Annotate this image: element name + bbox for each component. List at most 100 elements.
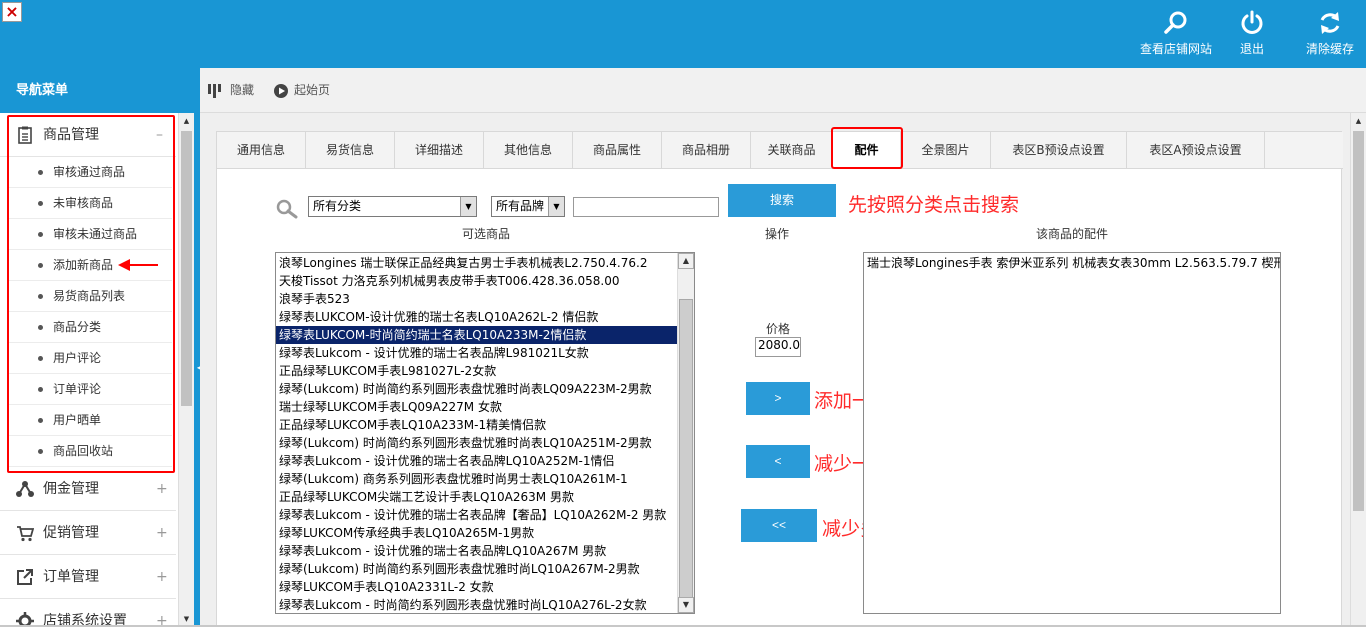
sidebar-group-shop-settings[interactable]: 店铺系统设置 + [0,599,176,627]
sidebar-group-label: 佣金管理 [43,481,99,497]
tab-description[interactable]: 详细描述 [395,132,484,169]
refresh-icon [1320,12,1340,34]
logout-button[interactable]: 退出 [1232,10,1272,57]
logout-label: 退出 [1239,42,1264,56]
top-bar: × 查看店铺网站 退出 清除缓存 [0,0,1366,68]
expand-toggle[interactable]: + [156,599,168,627]
brand-select-value: 所有品牌 [496,199,545,213]
clear-cache-button[interactable]: 清除缓存 [1302,10,1358,57]
price-label: 价格 [766,322,791,336]
list-item[interactable]: 绿琴LUKCOM手表LQ10A2331L-2 女款 [276,578,678,596]
tab-barter[interactable]: 易货信息 [306,132,395,169]
price-input[interactable]: 2080.00 [755,337,801,357]
close-icon[interactable]: × [2,2,22,22]
hide-button[interactable]: 隐藏 [208,68,254,113]
share-icon [16,481,34,497]
sidebar-group-label: 店铺系统设置 [43,613,127,627]
available-products-header: 可选商品 [461,227,510,241]
power-icon [1241,10,1263,34]
search-button[interactable]: 搜索 [728,184,836,217]
expand-toggle[interactable]: + [156,555,168,599]
list-item[interactable]: 绿琴LUKCOM传承经典手表LQ10A265M-1男款 [276,524,678,542]
play-icon [274,83,288,98]
accessories-items: 瑞士浪琴Longines手表 索伊米亚系列 机械表女表30mm L2.563.5… [864,254,1280,272]
list-item[interactable]: 绿琴(Lukcom) 时尚简约系列圆形表盘忧雅时尚表LQ09A223M-2男款 [276,380,678,398]
list-item[interactable]: 正品绿琴LUKCOM手表L981027L-2女款 [276,362,678,380]
clear-cache-label: 清除缓存 [1305,42,1354,56]
sidebar-scrollbar[interactable]: ▲ ▼ [178,113,194,627]
list-item[interactable]: 绿琴表LUKCOM-时尚简约瑞士名表LQ10A233M-2情侣款 [276,326,678,344]
list-item[interactable]: 绿琴表Lukcom - 设计优雅的瑞士名表品牌LQ10A252M-1情侣 [276,452,678,470]
columns-icon [208,83,221,98]
list-item[interactable]: 绿琴表Lukcom - 时尚简约系列圆形表盘忧雅时尚LQ10A276L-2女款 [276,596,678,613]
scroll-thumb[interactable] [181,131,192,406]
hide-label: 隐藏 [230,83,255,97]
tab-zone-a[interactable]: 表区A预设点设置 [1127,132,1265,169]
scroll-up-arrow[interactable]: ▲ [179,113,194,129]
remove-accessory-button[interactable]: < [746,445,810,478]
tab-general[interactable]: 通用信息 [217,132,306,169]
chevron-down-icon: ▼ [548,197,564,216]
expand-toggle[interactable]: + [156,511,168,555]
sidebar-group-orders[interactable]: 订单管理 + [0,555,176,599]
add-accessory-button[interactable]: > [746,382,810,415]
tab-attributes[interactable]: 商品属性 [573,132,662,169]
list-item[interactable]: 正品绿琴LUKCOM尖端工艺设计手表LQ10A263M 男款 [276,488,678,506]
list-item[interactable]: 正品绿琴LUKCOM手表LQ10A233M-1精美情侣款 [276,416,678,434]
list-item[interactable]: 天梭Tissot 力洛克系列机械男表皮带手表T006.428.36.058.00 [276,272,678,290]
main-scrollbar[interactable]: ▲ [1350,113,1366,627]
remove-all-accessories-button[interactable]: << [741,509,817,542]
search-icon [1164,11,1187,34]
sidebar-group-commission[interactable]: 佣金管理 + [0,467,176,511]
search-icon [276,199,298,219]
brand-select[interactable]: 所有品牌 ▼ [491,196,565,217]
list-item[interactable]: 浪琴手表523 [276,290,678,308]
category-select-value: 所有分类 [313,199,362,213]
product-edit-panel: 通用信息 易货信息 详细描述 其他信息 商品属性 商品相册 关联商品 配件 全景… [216,127,1343,627]
list-item[interactable]: 绿琴表Lukcom - 设计优雅的瑞士名表品牌L981021L女款 [276,344,678,362]
app-window: × 查看店铺网站 退出 清除缓存 导航菜单 商品管理 – 审核通过商品 未审核商… [0,0,1366,627]
available-products-list[interactable]: 浪琴Longines 瑞士联保正品经典复古男士手表机械表L2.750.4.76.… [275,252,695,614]
accessories-header: 该商品的配件 [1035,227,1108,241]
accessories-list[interactable]: 瑞士浪琴Longines手表 索伊米亚系列 机械表女表30mm L2.563.5… [863,252,1281,614]
tab-gallery[interactable]: 商品相册 [662,132,751,169]
scroll-up-arrow[interactable]: ▲ [1351,113,1366,129]
list-item[interactable]: 绿琴(Lukcom) 时尚简约系列圆形表盘忧雅时尚LQ10A267M-2男款 [276,560,678,578]
list-item[interactable]: 绿琴表Lukcom - 设计优雅的瑞士名表品牌LQ10A267M 男款 [276,542,678,560]
sidebar-group-label: 订单管理 [43,569,99,585]
sidebar-group-promotion[interactable]: 促销管理 + [0,511,176,555]
list-item[interactable]: 瑞士绿琴LUKCOM手表LQ09A227M 女款 [276,398,678,416]
scroll-up-arrow[interactable]: ▲ [678,253,694,269]
sidebar-group-label: 促销管理 [43,525,99,541]
list-scrollbar[interactable]: ▲ ▼ [677,253,694,613]
category-select[interactable]: 所有分类 ▼ [308,196,477,217]
start-page-label: 起始页 [294,83,331,97]
red-arrow-icon [118,259,158,271]
tab-other[interactable]: 其他信息 [484,132,573,169]
list-item[interactable]: 瑞士浪琴Longines手表 索伊米亚系列 机械表女表30mm L2.563.5… [864,254,1280,272]
external-link-icon [17,569,33,585]
scroll-thumb[interactable] [1353,131,1364,511]
tab-zone-b[interactable]: 表区B预设点设置 [991,132,1127,169]
cart-icon [17,526,34,542]
toolbar: 隐藏 起始页 [200,68,1366,113]
highlight-box-product-menu [7,115,175,473]
operation-header: 操作 [764,227,789,241]
tab-panorama[interactable]: 全景图片 [901,132,991,169]
list-item[interactable]: 绿琴表LUKCOM-设计优雅的瑞士名表LQ10A262L-2 情侣款 [276,308,678,326]
list-item[interactable]: 绿琴(Lukcom) 时尚简约系列圆形表盘忧雅时尚表LQ10A251M-2男款 [276,434,678,452]
keyword-input[interactable] [573,197,719,217]
scroll-thumb[interactable] [679,299,693,599]
view-shop-button[interactable]: 查看店铺网站 [1138,10,1214,57]
tab-related[interactable]: 关联商品 [751,132,833,169]
list-item[interactable]: 绿琴表Lukcom - 设计优雅的瑞士名表品牌【奢品】LQ10A262M-2 男… [276,506,678,524]
available-products-items: 浪琴Longines 瑞士联保正品经典复古男士手表机械表L2.750.4.76.… [276,254,678,613]
list-item[interactable]: 浪琴Longines 瑞士联保正品经典复古男士手表机械表L2.750.4.76.… [276,254,678,272]
expand-toggle[interactable]: + [156,467,168,511]
tab-bar: 通用信息 易货信息 详细描述 其他信息 商品属性 商品相册 关联商品 配件 全景… [217,132,1343,169]
highlight-box-accessories-tab [831,127,903,169]
start-page-button[interactable]: 起始页 [274,68,330,113]
scroll-down-arrow[interactable]: ▼ [678,597,694,613]
list-item[interactable]: 绿琴(Lukcom) 商务系列圆形表盘忧雅时尚男士表LQ10A261M-1 [276,470,678,488]
view-shop-label: 查看店铺网站 [1139,42,1212,56]
